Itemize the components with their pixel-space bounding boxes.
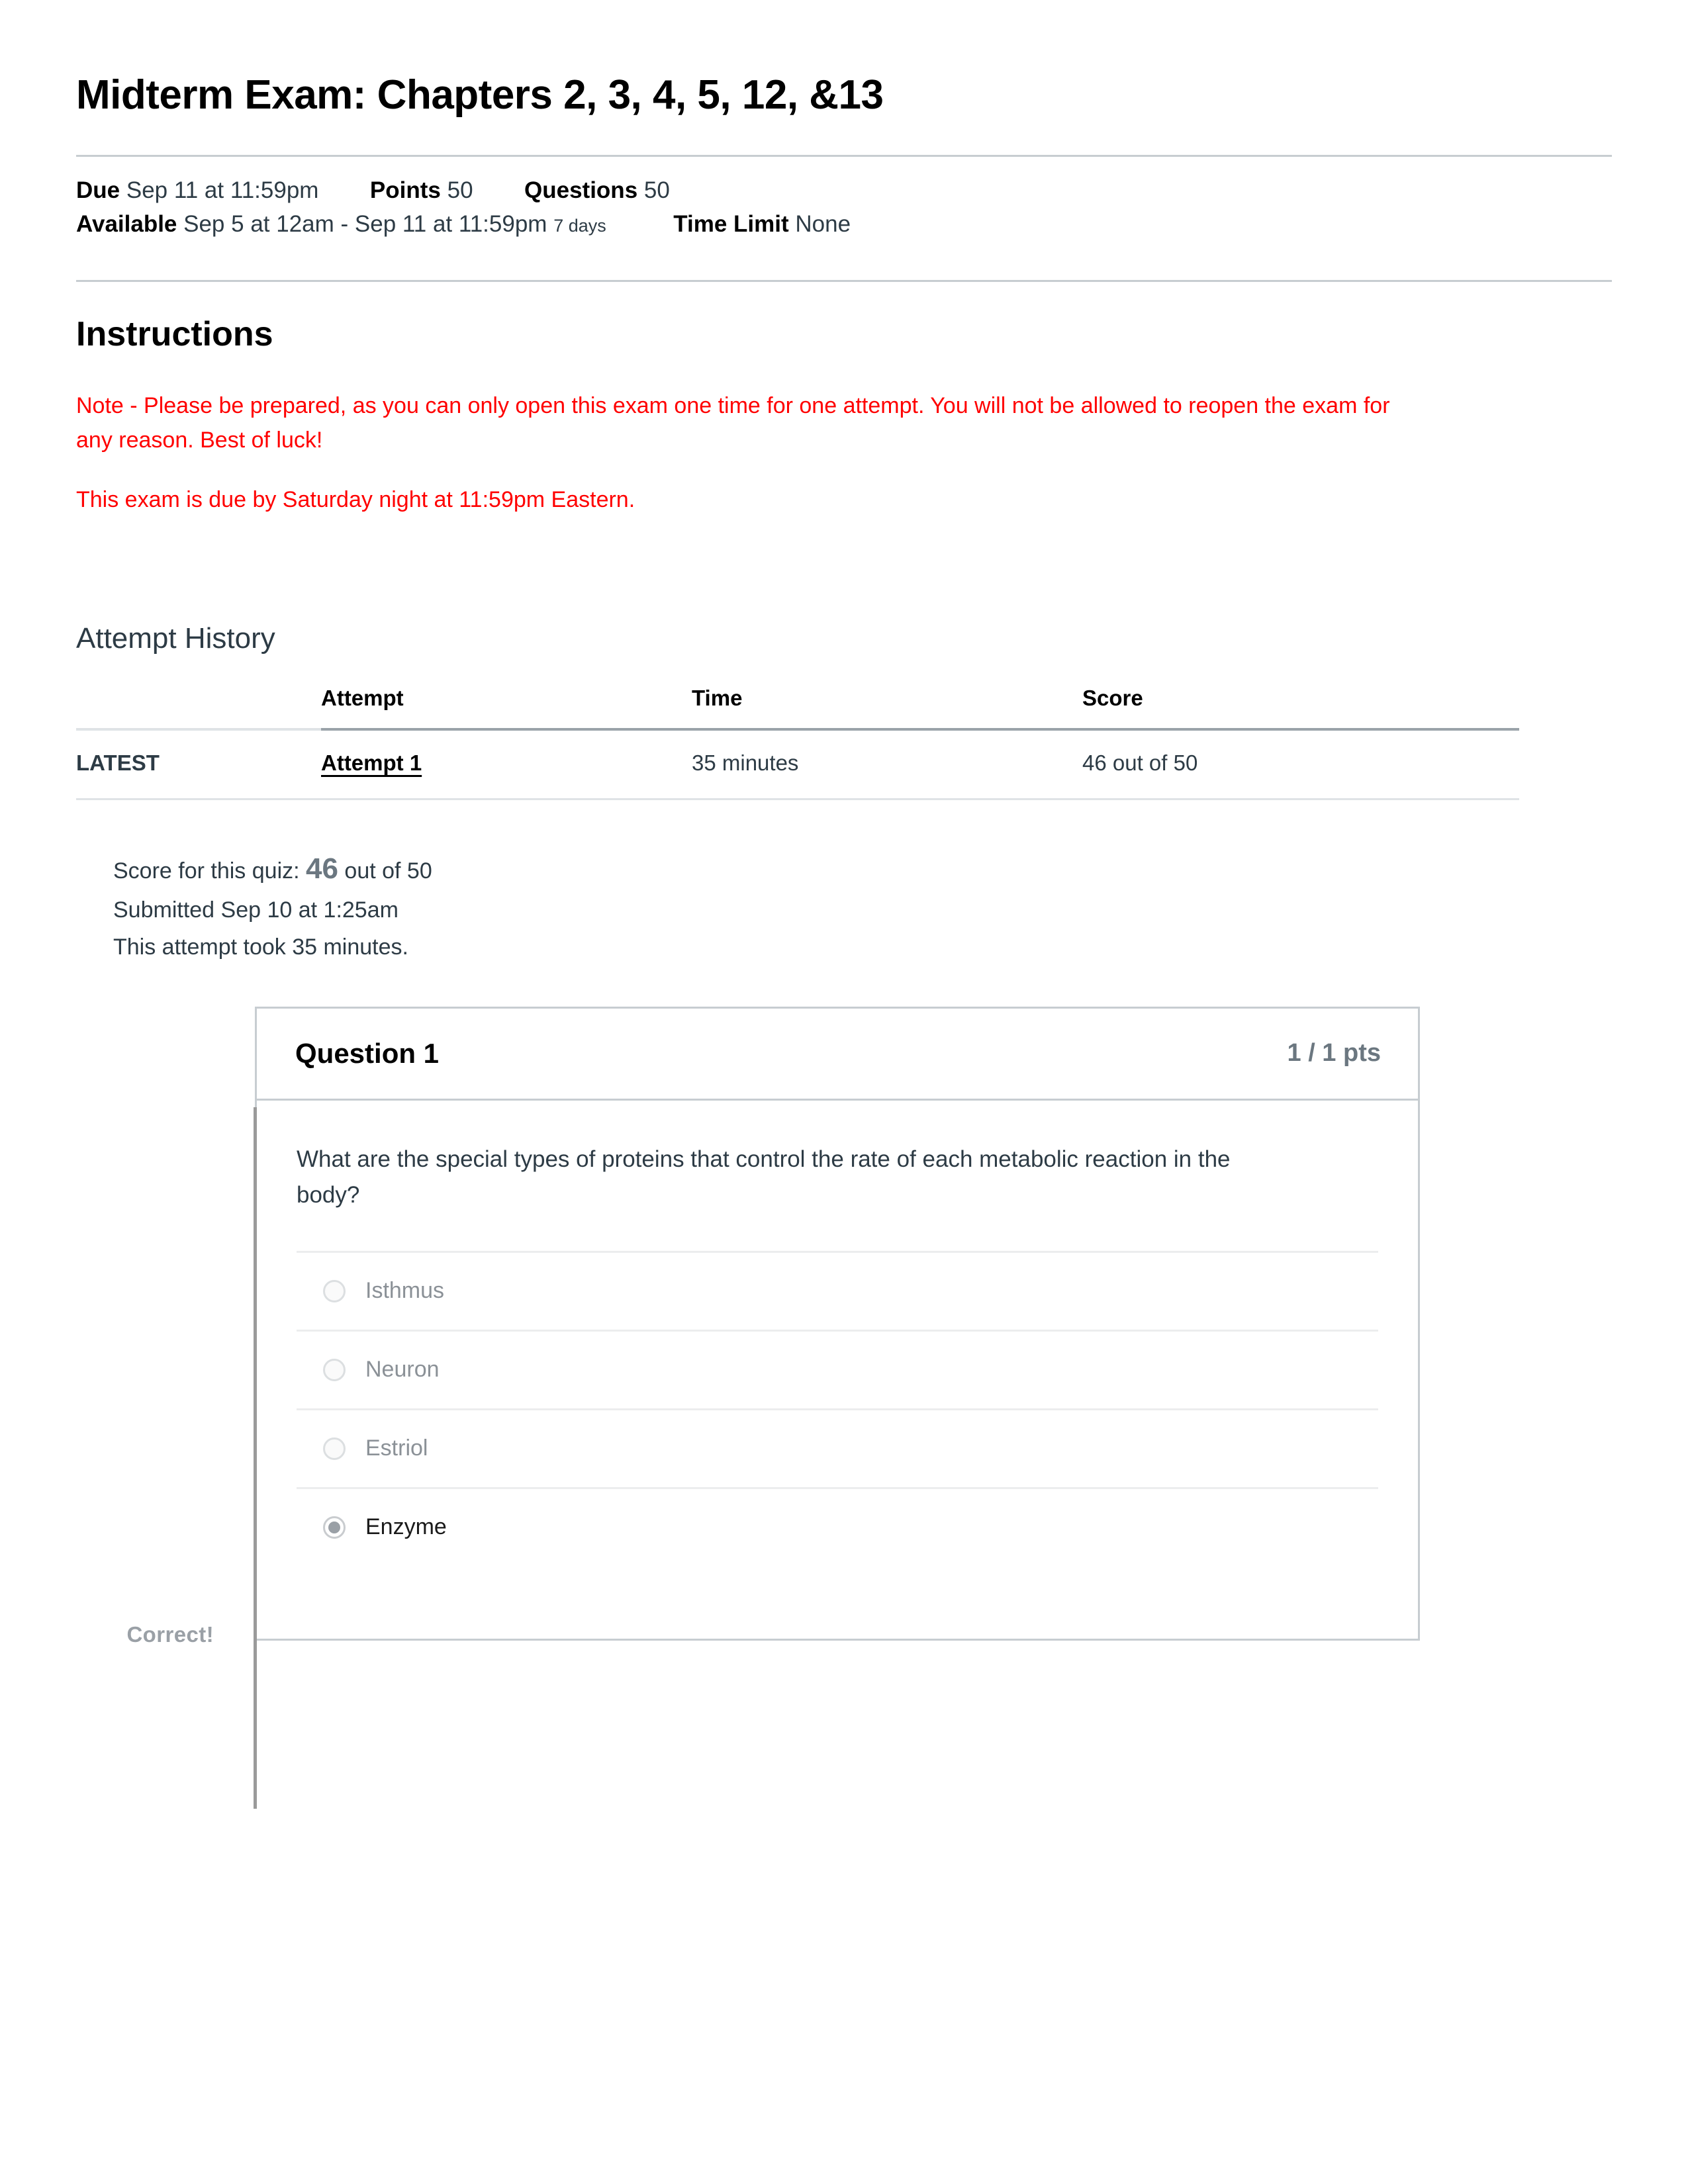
available-duration: 7 days [553,215,606,236]
instructions-paragraph-2: This exam is due by Saturday night at 11… [76,486,635,512]
quiz-meta-row-secondary: Available Sep 5 at 12am - Sep 11 at 11:5… [76,208,1612,241]
question-result-flag: Correct! [126,1621,214,1647]
question-block: Correct! Question 1 1 / 1 pts What are t… [76,1006,1612,1809]
score-summary: Score for this quiz: 46 out of 50 Submit… [76,800,1612,965]
list-item-selected[interactable]: Enzyme [297,1486,1378,1566]
quiz-meta-row-primary: Due Sep 11 at 11:59pm Points 50 Question… [76,174,1612,207]
latest-badge: LATEST [76,729,321,801]
time-limit-label: Time Limit [673,210,789,237]
instructions-paragraph-1: Note - Please be prepared, as you can on… [76,393,1390,453]
attempt-history-heading: Attempt History [76,622,275,655]
score-prefix: Score for this quiz: [113,858,300,884]
points-value: 50 [447,177,473,204]
due-label: Due [76,177,120,204]
instructions-heading: Instructions [76,314,273,353]
list-item[interactable]: Estriol [297,1408,1378,1487]
score-line: Score for this quiz: 46 out of 50 [113,845,1612,892]
radio-selected-icon[interactable] [323,1516,346,1539]
questions-label: Questions [524,177,638,204]
attempt-link[interactable]: Attempt 1 [321,751,422,775]
radio-unselected-icon[interactable] [323,1358,346,1381]
attempt-history-table: Attempt Time Score LATEST Attempt 1 35 m… [76,686,1519,801]
attempt-history-body: LATEST Attempt 1 35 minutes 46 out of 50 [76,729,1519,801]
quiz-results-page: Midterm Exam: Chapters 2, 3, 4, 5, 12, &… [0,0,1688,2184]
attempt-history-head: Attempt Time Score [76,686,1519,731]
answer-label: Isthmus [365,1278,445,1304]
page-title: Midterm Exam: Chapters 2, 3, 4, 5, 12, &… [76,72,884,118]
available-value: Sep 5 at 12am - Sep 11 at 11:59pm [183,210,547,237]
score-value: 46 [306,852,338,886]
list-item[interactable]: Neuron [297,1329,1378,1408]
question-points: 1 / 1 pts [1287,1039,1382,1068]
questions-value: 50 [643,177,670,204]
answer-label: Enzyme [365,1514,447,1540]
radio-unselected-icon[interactable] [323,1437,346,1460]
submitted-line: Submitted Sep 10 at 1:25am [113,897,399,923]
correct-accent-bar [254,1107,257,1809]
available-label: Available [76,210,177,237]
answer-label: Estriol [365,1435,428,1461]
score-suffix: out of 50 [344,858,432,884]
attempt-cell: Attempt 1 [321,729,692,801]
table-header-row: Attempt Time Score [76,686,1519,731]
question-text: What are the special types of proteins t… [297,1146,1231,1208]
answer-list: Isthmus Neuron Estriol Enzyme [297,1250,1378,1639]
question-label: Question 1 [295,1037,440,1069]
table-row: LATEST Attempt 1 35 minutes 46 out of 50 [76,729,1519,801]
quiz-meta: Due Sep 11 at 11:59pm Points 50 Question… [76,157,1612,244]
column-header-time: Time [692,686,743,711]
list-item[interactable]: Isthmus [297,1250,1378,1330]
column-header-attempt: Attempt [321,686,404,711]
duration-line: This attempt took 35 minutes. [113,934,408,960]
question-card: Question 1 1 / 1 pts What are the specia… [255,1006,1420,1641]
question-card-header: Question 1 1 / 1 pts [257,1009,1418,1101]
due-value: Sep 11 at 11:59pm [126,177,319,204]
attempt-time-cell: 35 minutes [692,729,1082,801]
answer-label: Neuron [365,1357,440,1383]
points-label: Points [369,177,441,204]
attempt-score-cell: 46 out of 50 [1082,729,1519,801]
question-card-body: What are the special types of proteins t… [257,1101,1418,1639]
column-header-score: Score [1082,686,1143,711]
radio-unselected-icon[interactable] [323,1279,346,1302]
time-limit-value: None [795,210,851,237]
column-header-flag [76,686,321,731]
